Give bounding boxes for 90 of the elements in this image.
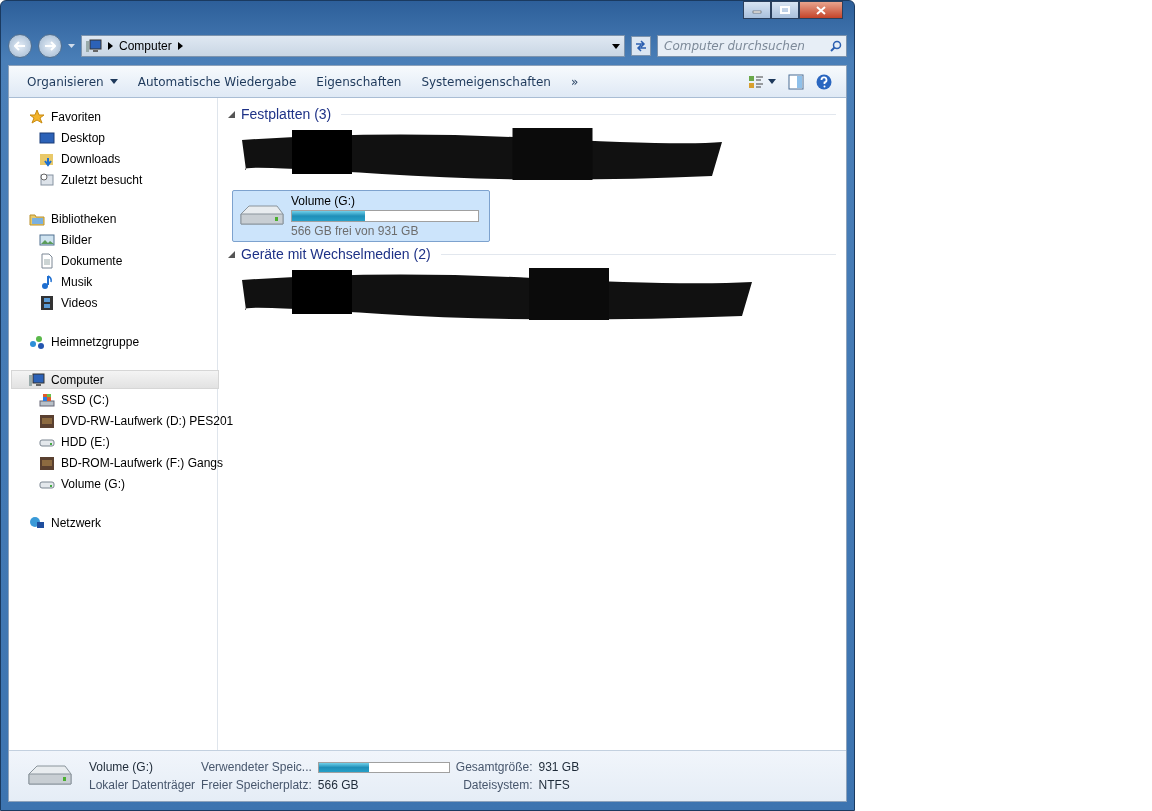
nav-item[interactable]: Desktop: [9, 127, 217, 148]
address-bar[interactable]: Computer: [81, 35, 625, 57]
nav-label: DVD-RW-Laufwerk (D:) PES201: [61, 413, 234, 428]
maximize-button[interactable]: [771, 1, 799, 19]
caret-icon: [612, 43, 620, 49]
caret-icon: [768, 79, 776, 84]
back-button[interactable]: [8, 34, 32, 58]
nav-label: Dokumente: [61, 253, 123, 268]
detail-value: 931 GB: [538, 760, 580, 774]
monitor-icon: [39, 129, 55, 146]
nav-label: Downloads: [61, 151, 121, 166]
back-arrow-icon: [14, 41, 26, 51]
refresh-button[interactable]: [631, 36, 651, 56]
nav-label: Favoriten: [51, 109, 102, 124]
nav-label: BD-ROM-Laufwerk (F:) Gangs: [61, 455, 224, 470]
nav-label: Musik: [61, 274, 93, 289]
nav-item[interactable]: Videos: [9, 292, 217, 313]
nav-label: Volume (G:): [61, 476, 126, 491]
forward-arrow-icon: [44, 41, 56, 51]
drive-type: Lokaler Datenträger: [89, 778, 196, 792]
nav-item[interactable]: Musik: [9, 271, 217, 292]
nav-item[interactable]: SSD (C:): [9, 389, 217, 410]
nav-item[interactable]: Favoriten: [9, 106, 217, 127]
more-button[interactable]: »: [562, 70, 587, 93]
close-icon: [816, 5, 826, 15]
toolbar-button[interactable]: Automatische Wiedergabe: [129, 70, 305, 93]
nav-label: Videos: [61, 295, 98, 310]
nav-item[interactable]: DVD-RW-Laufwerk (D:) PES201: [9, 410, 234, 431]
close-button[interactable]: [799, 1, 843, 19]
drive-icon: [39, 391, 55, 408]
search-icon: [830, 40, 842, 52]
drive-name: Volume (G:): [89, 760, 155, 774]
chevron-icon: [108, 42, 113, 50]
nav-item[interactable]: Volume (G:): [9, 473, 217, 494]
caret-icon: [68, 44, 75, 48]
nav-label: Bilder: [61, 232, 92, 247]
nav-label: Heimnetzgruppe: [51, 334, 140, 349]
nav-item[interactable]: Bilder: [9, 229, 217, 250]
music-note-icon: [39, 273, 55, 290]
toolbar-button[interactable]: Eigenschaften: [308, 70, 410, 93]
nav-item[interactable]: HDD (E:): [9, 431, 217, 452]
nav-item[interactable]: Netzwerk: [9, 512, 217, 533]
nav-item[interactable]: Bibliotheken: [9, 208, 217, 229]
help-icon: [816, 73, 832, 90]
nav-item[interactable]: Zuletzt besucht: [9, 169, 217, 190]
nav-item[interactable]: Downloads: [9, 148, 217, 169]
detail-label: Dateisystem:: [462, 778, 533, 792]
drive-tile[interactable]: Volume (G:) 566 GB frei von 931 GB: [232, 190, 490, 242]
nav-item[interactable]: Dokumente: [9, 250, 217, 271]
pane-icon: [788, 73, 804, 90]
nav-label: Zuletzt besucht: [61, 172, 143, 187]
nav-label: SSD (C:): [61, 392, 109, 407]
search-field[interactable]: Computer durchsuchen: [657, 35, 847, 57]
chevron-icon: [177, 42, 183, 50]
nav-label: HDD (E:): [61, 434, 110, 449]
nav-item[interactable]: BD-ROM-Laufwerk (F:) Gangs: [9, 452, 224, 473]
section-heading: Geräte mit Wechselmedien (2): [241, 246, 431, 262]
star-icon: [29, 108, 45, 125]
nav-label: Netzwerk: [51, 515, 101, 530]
detail-value: 566 GB: [317, 778, 360, 792]
nav-label: Desktop: [61, 130, 106, 145]
maximize-icon: [780, 6, 790, 14]
detail-label: Verwendeter Speic...: [201, 760, 312, 774]
drive-capacity: 566 GB frei von 931 GB: [291, 224, 420, 238]
section-heading: Festplatten (3): [241, 106, 332, 122]
network-icon: [29, 333, 45, 350]
nav-item[interactable]: Heimnetzgruppe: [9, 331, 217, 352]
computer-icon: [29, 371, 45, 388]
collapse-triangle-icon: [228, 250, 235, 258]
film-icon: [39, 294, 55, 311]
toolbar-button[interactable]: Systemeigenschaften: [413, 70, 559, 93]
drive-name: Volume (G:): [291, 194, 357, 208]
detail-label: Gesamtgröße:: [455, 760, 533, 774]
network-icon: [29, 514, 45, 531]
picture-icon: [39, 231, 55, 248]
toolbar-button[interactable]: Organisieren: [19, 70, 126, 93]
breadcrumb[interactable]: Computer: [119, 39, 172, 53]
detail-value: NTFS: [538, 778, 571, 792]
forward-button[interactable]: [38, 34, 62, 58]
nav-label: Computer: [51, 372, 104, 387]
collapse-triangle-icon: [228, 110, 235, 118]
caret-icon: [109, 79, 118, 84]
detail-label: Freier Speicherplatz:: [201, 778, 312, 792]
computer-icon: [86, 38, 102, 54]
nav-item[interactable]: Computer: [11, 370, 219, 389]
refresh-icon: [634, 40, 648, 52]
minimize-button[interactable]: [743, 1, 771, 19]
document-icon: [39, 252, 55, 269]
view-list-icon: [748, 73, 764, 90]
nav-label: Bibliotheken: [51, 211, 117, 226]
